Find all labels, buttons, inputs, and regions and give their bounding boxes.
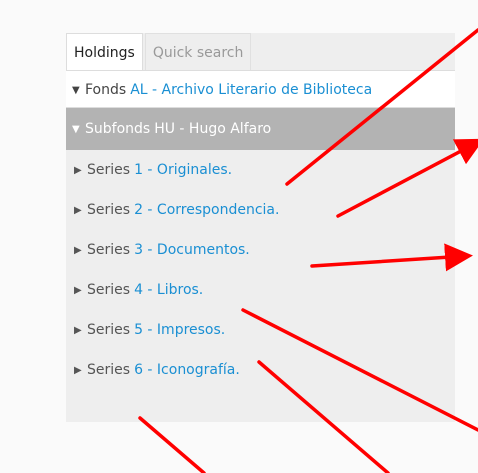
tree-item-series-3[interactable]: ▶ Series 3 - Documentos. <box>66 230 455 270</box>
tree-item-fonds[interactable]: ▼ Fonds AL - Archivo Literario de Bibliote… <box>66 70 455 108</box>
level-label: Series <box>87 202 131 218</box>
series-link[interactable]: 2 - Correspondencia. <box>134 202 279 218</box>
caret-right-icon[interactable]: ▶ <box>74 191 87 230</box>
holdings-tree: ▼ Fonds AL - Archivo Literario de Bibliote… <box>66 70 455 390</box>
level-label: Subfonds <box>85 121 151 137</box>
caret-down-icon[interactable]: ▼ <box>72 109 85 150</box>
level-label: Series <box>87 322 131 338</box>
level-label: Fonds <box>85 82 127 98</box>
series-link[interactable]: 3 - Documentos. <box>134 242 250 258</box>
subfonds-link[interactable]: HU - Hugo Alfaro <box>154 121 271 137</box>
caret-right-icon[interactable]: ▶ <box>74 231 87 270</box>
treeview-panel: Holdings Quick search ▼ Fonds AL - Archivo… <box>66 33 455 422</box>
level-label: Series <box>87 362 131 378</box>
tree-item-series-2[interactable]: ▶ Series 2 - Correspondencia. <box>66 190 455 230</box>
caret-right-icon[interactable]: ▶ <box>74 151 87 190</box>
level-label: Series <box>87 242 131 258</box>
caret-right-icon[interactable]: ▶ <box>74 311 87 350</box>
series-link[interactable]: 6 - Iconografía. <box>134 362 240 378</box>
series-link[interactable]: 5 - Impresos. <box>134 322 225 338</box>
tree-item-series-6[interactable]: ▶ Series 6 - Iconografía. <box>66 350 455 390</box>
annotation-arrow <box>138 416 206 473</box>
caret-right-icon[interactable]: ▶ <box>74 271 87 310</box>
tree-item-subfonds[interactable]: ▼ Subfonds HU - Hugo Alfaro <box>66 108 455 150</box>
caret-down-icon[interactable]: ▼ <box>72 72 85 107</box>
tree-item-series-4[interactable]: ▶ Series 4 - Libros. <box>66 270 455 310</box>
tree-item-series-1[interactable]: ▶ Series 1 - Originales. <box>66 150 455 190</box>
tree-item-series-5[interactable]: ▶ Series 5 - Impresos. <box>66 310 455 350</box>
fonds-link[interactable]: AL - Archivo Literario de Biblioteca <box>130 82 372 98</box>
series-link[interactable]: 1 - Originales. <box>134 162 232 178</box>
tab-quick-search[interactable]: Quick search <box>144 33 252 71</box>
level-label: Series <box>87 282 131 298</box>
series-link[interactable]: 4 - Libros. <box>134 282 203 298</box>
level-label: Series <box>87 162 131 178</box>
tab-holdings[interactable]: Holdings <box>66 33 143 71</box>
caret-right-icon[interactable]: ▶ <box>74 351 87 390</box>
tab-bar: Holdings Quick search <box>66 33 252 71</box>
